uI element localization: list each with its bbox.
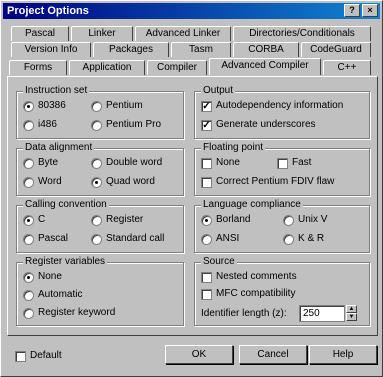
data-alignment-title: Data alignment [23, 142, 95, 154]
instruction-set-group: Instruction set 80386 i486 Pentium Penti… [16, 85, 184, 139]
radio-indicator [283, 233, 294, 245]
checkbox-indicator [201, 176, 212, 188]
calling-convention-group: Calling convention C Pascal Register Sta… [16, 199, 184, 253]
identifier-length-input[interactable]: 250 [299, 305, 345, 322]
language-compliance-group: Language compliance Borland ANSI Unix V … [194, 199, 370, 253]
radio-indicator [201, 214, 212, 226]
radio-i486[interactable]: i486 [23, 119, 57, 131]
close-title-button[interactable]: × [362, 4, 378, 17]
radio-word[interactable]: Word [23, 176, 62, 188]
ok-button[interactable]: OK [165, 345, 233, 364]
radio-indicator [23, 214, 34, 226]
radio-indicator [23, 233, 34, 245]
identifier-length-label: Identifier length (z): [201, 308, 287, 319]
radio-c[interactable]: C [23, 214, 45, 226]
radio-indicator [23, 307, 34, 319]
tab-forms[interactable]: Forms [9, 60, 67, 75]
checkbox-nested-comments[interactable]: Nested comments [201, 271, 297, 283]
checkbox-indicator [15, 350, 26, 362]
check-icon: ✓ [201, 100, 212, 112]
radio-indicator [91, 119, 102, 131]
advanced-compiler-panel: Instruction set 80386 i486 Pentium Penti… [7, 76, 378, 336]
tab-application[interactable]: Application [69, 60, 145, 75]
radio-indicator [91, 157, 102, 169]
radio-none[interactable]: None [23, 271, 62, 283]
radio-pentium-pro[interactable]: Pentium Pro [91, 119, 161, 131]
radio-standard-call[interactable]: Standard call [91, 233, 164, 245]
radio-pascal[interactable]: Pascal [23, 233, 68, 245]
output-group: Output ✓ Autodependency information ✓ Gene… [194, 85, 370, 139]
radio-k-and-r[interactable]: K & R [283, 233, 324, 245]
tab-version-info[interactable]: Version Info [11, 42, 91, 57]
radio-indicator [23, 119, 34, 131]
checkbox-fp-fast[interactable]: Fast [277, 157, 311, 169]
tab-compiler[interactable]: Compiler [147, 60, 207, 75]
identifier-length-spinner: ▲ ▼ [346, 305, 357, 322]
project-options-dialog: Project Options ? × Pascal Linker Advanc… [0, 0, 383, 377]
floating-point-group: Floating point None Fast Correct Pentium… [194, 142, 370, 196]
help-title-button[interactable]: ? [344, 4, 360, 17]
radio-indicator [201, 233, 212, 245]
source-group: Source Nested comments MFC compatibility… [194, 256, 370, 326]
checkbox-indicator [201, 288, 212, 300]
data-alignment-group: Data alignment Byte Word Double word Qua… [16, 142, 184, 196]
source-title: Source [201, 256, 237, 268]
tab-advanced-compiler[interactable]: Advanced Compiler [209, 58, 321, 75]
calling-convention-title: Calling convention [23, 199, 109, 211]
default-label: Default [30, 350, 62, 361]
cancel-button[interactable]: Cancel [239, 345, 307, 364]
instruction-set-title: Instruction set [23, 85, 90, 97]
title-bar: Project Options ? × [3, 3, 380, 19]
checkbox-fdiv-flaw[interactable]: Correct Pentium FDIV flaw [201, 176, 334, 188]
tab-tasm[interactable]: Tasm [171, 42, 231, 57]
radio-indicator [23, 157, 34, 169]
checkbox-autodependency[interactable]: ✓ Autodependency information [201, 100, 343, 112]
radio-indicator [91, 214, 102, 226]
radio-unix-v[interactable]: Unix V [283, 214, 327, 226]
radio-indicator [23, 176, 34, 188]
tab-advanced-linker[interactable]: Advanced Linker [135, 26, 231, 41]
tab-linker[interactable]: Linker [71, 26, 133, 41]
tab-pascal[interactable]: Pascal [11, 26, 69, 41]
register-variables-title: Register variables [23, 256, 108, 268]
floating-point-title: Floating point [201, 142, 266, 154]
radio-double-word[interactable]: Double word [91, 157, 162, 169]
tab-cpp[interactable]: C++ [323, 60, 371, 75]
radio-indicator [283, 214, 294, 226]
radio-ansi[interactable]: ANSI [201, 233, 239, 245]
checkbox-indicator [201, 271, 212, 283]
output-title: Output [201, 85, 236, 97]
checkbox-default[interactable]: Default [15, 350, 62, 362]
radio-80386[interactable]: 80386 [23, 100, 66, 112]
radio-indicator [23, 271, 34, 283]
checkbox-generate-underscores[interactable]: ✓ Generate underscores [201, 119, 316, 131]
spin-down-icon[interactable]: ▼ [346, 313, 357, 321]
radio-indicator [23, 289, 34, 301]
check-icon: ✓ [201, 119, 212, 131]
language-compliance-title: Language compliance [201, 199, 303, 211]
tab-packages[interactable]: Packages [93, 42, 169, 57]
radio-indicator [91, 176, 102, 188]
radio-indicator [23, 100, 34, 112]
radio-register-keyword[interactable]: Register keyword [23, 307, 115, 319]
window-title: Project Options [7, 5, 89, 17]
radio-quad-word[interactable]: Quad word [91, 176, 155, 188]
checkbox-mfc-compatibility[interactable]: MFC compatibility [201, 288, 295, 300]
tab-codeguard[interactable]: CodeGuard [301, 42, 371, 57]
radio-byte[interactable]: Byte [23, 157, 58, 169]
radio-pentium[interactable]: Pentium [91, 100, 143, 112]
radio-register[interactable]: Register [91, 214, 143, 226]
checkbox-indicator [277, 157, 288, 169]
radio-automatic[interactable]: Automatic [23, 289, 82, 301]
register-variables-group: Register variables None Automatic Regist… [16, 256, 184, 326]
checkbox-indicator [201, 157, 212, 169]
tab-corba[interactable]: CORBA [233, 42, 299, 57]
tab-directories-conditionals[interactable]: Directories/Conditionals [233, 26, 371, 41]
radio-indicator [91, 100, 102, 112]
radio-borland[interactable]: Borland [201, 214, 250, 226]
spin-up-icon[interactable]: ▲ [346, 305, 357, 313]
radio-indicator [91, 233, 102, 245]
help-button[interactable]: Help [309, 345, 377, 364]
checkbox-fp-none[interactable]: None [201, 157, 240, 169]
